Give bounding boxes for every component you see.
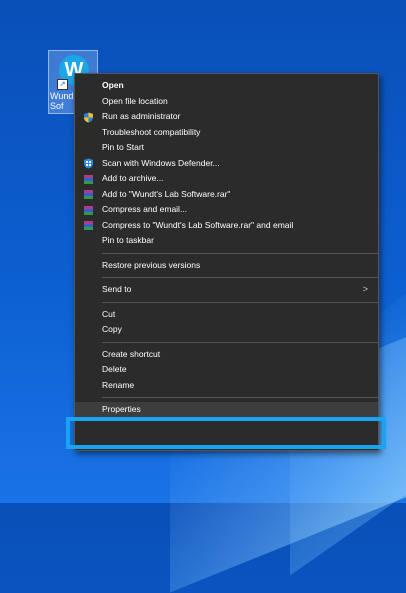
menu-separator <box>102 252 378 254</box>
menu-item-open-file-location[interactable]: Open file location <box>75 94 378 110</box>
menu-item-label: Compress to "Wundt's Lab Software.rar" a… <box>102 219 294 230</box>
menu-item-label: Troubleshoot compatibility <box>102 126 201 137</box>
menu-item-troubleshoot-compatibility[interactable]: Troubleshoot compatibility <box>75 125 378 141</box>
shield-uac-icon <box>84 112 93 122</box>
menu-item-label: Send to <box>102 284 132 294</box>
shortcut-arrow-icon: ↗ <box>57 79 68 90</box>
menu-item-send-to[interactable]: Send to > <box>75 282 378 298</box>
menu-item-label: Delete <box>102 364 127 374</box>
winrar-icon <box>84 205 93 215</box>
menu-item-compress-and-email[interactable]: Compress and email... <box>75 202 378 218</box>
menu-item-pin-to-taskbar[interactable]: Pin to taskbar <box>75 233 378 249</box>
menu-item-label: Run as administrator <box>102 111 181 121</box>
menu-item-label: Add to archive... <box>102 173 164 183</box>
menu-separator <box>102 277 378 278</box>
menu-item-label: Copy <box>102 324 122 334</box>
menu-item-add-to-rar[interactable]: Add to "Wundt's Lab Software.rar" <box>75 187 378 203</box>
menu-item-label: Create shortcut <box>102 348 161 359</box>
menu-item-compress-to-rar-and-email[interactable]: Compress to "Wundt's Lab Software.rar" a… <box>75 218 378 234</box>
menu-item-label: Pin to Start <box>102 142 145 152</box>
menu-item-label: Restore previous versions <box>102 259 201 270</box>
menu-separator <box>102 341 378 343</box>
windows-defender-icon <box>84 158 93 169</box>
menu-item-label: Scan with Windows Defender... <box>102 157 220 168</box>
winrar-icon <box>84 190 93 199</box>
menu-item-label: Cut <box>102 308 116 319</box>
menu-item-cut[interactable]: Cut <box>75 307 378 323</box>
menu-item-add-to-archive[interactable]: Add to archive... <box>75 171 378 187</box>
winrar-icon <box>84 174 93 184</box>
menu-item-label: Open <box>102 80 124 90</box>
menu-item-open[interactable]: Open <box>75 78 378 94</box>
menu-item-label: Compress and email... <box>102 204 188 214</box>
menu-item-label: Open file location <box>102 95 168 106</box>
menu-item-restore-previous-versions[interactable]: Restore previous versions <box>75 258 378 274</box>
menu-item-pin-to-start[interactable]: Pin to Start <box>75 140 378 156</box>
context-menu: Open Open file location Run as administr… <box>74 73 379 451</box>
menu-item-label: Add to "Wundt's Lab Software.rar" <box>102 188 231 199</box>
highlight-box <box>66 417 386 449</box>
menu-item-label: Pin to taskbar <box>102 235 154 245</box>
menu-item-label: Properties <box>102 404 141 414</box>
menu-item-create-shortcut[interactable]: Create shortcut <box>75 347 378 363</box>
winrar-icon <box>84 221 93 230</box>
menu-item-run-as-administrator[interactable]: Run as administrator <box>75 109 378 125</box>
menu-item-label: Rename <box>102 379 135 390</box>
menu-item-properties[interactable]: Properties <box>75 402 378 418</box>
menu-separator <box>102 397 378 398</box>
menu-item-delete[interactable]: Delete <box>75 362 378 378</box>
menu-item-copy[interactable]: Copy <box>75 322 378 338</box>
menu-item-scan-with-windows-defender[interactable]: Scan with Windows Defender... <box>75 156 378 172</box>
chevron-right-icon: > <box>362 284 368 294</box>
menu-separator <box>102 301 378 303</box>
menu-item-rename[interactable]: Rename <box>75 378 378 394</box>
